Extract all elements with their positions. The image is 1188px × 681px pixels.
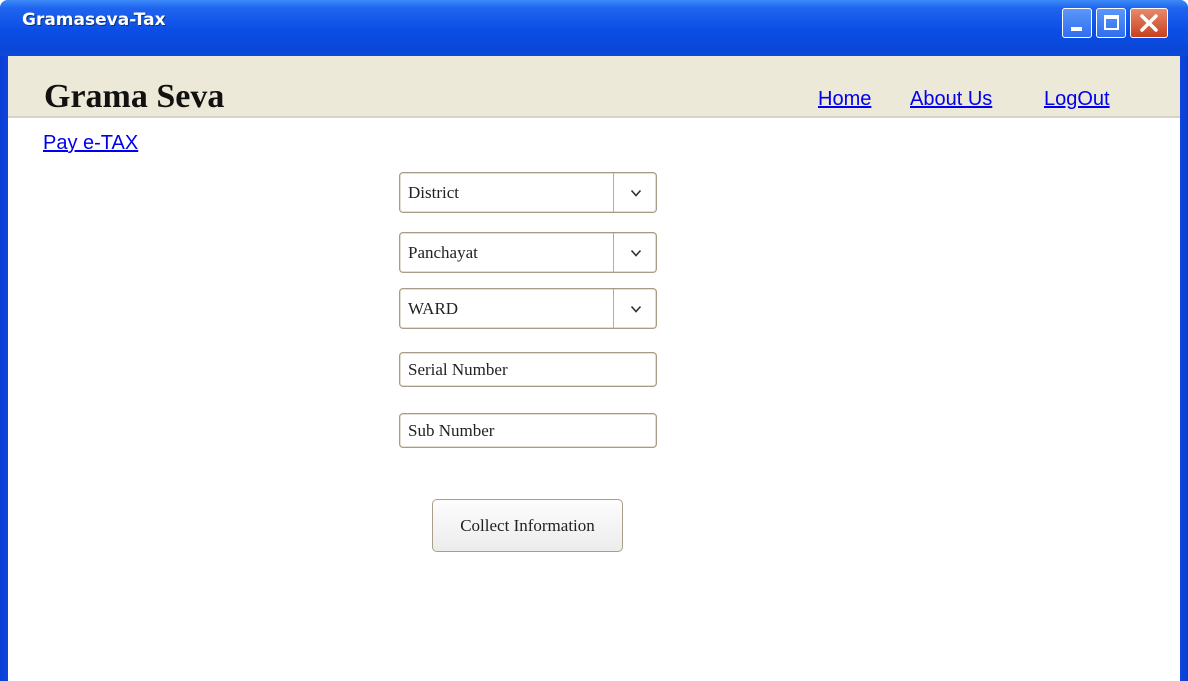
chevron-down-icon — [630, 305, 642, 313]
district-dropdown-button[interactable] — [613, 173, 656, 212]
sub-number-placeholder: Sub Number — [408, 421, 495, 440]
minimize-icon — [1071, 27, 1082, 31]
chevron-down-icon — [630, 249, 642, 257]
client-area: Grama Seva Home About Us LogOut Pay e-TA… — [8, 56, 1180, 681]
maximize-button[interactable] — [1096, 8, 1126, 38]
district-select-value: District — [408, 183, 459, 202]
window-title: Gramaseva-Tax — [22, 10, 166, 30]
title-bar[interactable]: Gramaseva-Tax — [0, 0, 1188, 56]
nav-about-link[interactable]: About Us — [910, 88, 992, 111]
nav-logout-link[interactable]: LogOut — [1044, 88, 1110, 111]
serial-number-field[interactable]: Serial Number — [399, 352, 657, 387]
ward-select[interactable]: WARD — [399, 288, 657, 329]
minimize-button[interactable] — [1062, 8, 1092, 38]
nav-home-link[interactable]: Home — [818, 88, 871, 111]
sub-number-field[interactable]: Sub Number — [399, 413, 657, 448]
collect-information-button[interactable]: Collect Information — [432, 499, 623, 552]
panchayat-select-value: Panchayat — [408, 243, 478, 262]
panchayat-dropdown-button[interactable] — [613, 233, 656, 272]
ward-dropdown-button[interactable] — [613, 289, 656, 328]
panchayat-select[interactable]: Panchayat — [399, 232, 657, 273]
app-window: Gramaseva-Tax Grama Seva Home About Us L… — [0, 0, 1188, 681]
ward-select-value: WARD — [408, 299, 459, 318]
site-brand: Grama Seva — [44, 78, 225, 115]
site-header: Grama Seva Home About Us LogOut — [8, 56, 1180, 118]
close-button[interactable] — [1130, 8, 1168, 38]
maximize-icon — [1104, 15, 1119, 30]
serial-number-placeholder: Serial Number — [408, 360, 508, 379]
chevron-down-icon — [630, 189, 642, 197]
close-icon — [1140, 14, 1158, 32]
pay-etax-link[interactable]: Pay e-TAX — [43, 132, 138, 155]
district-select[interactable]: District — [399, 172, 657, 213]
